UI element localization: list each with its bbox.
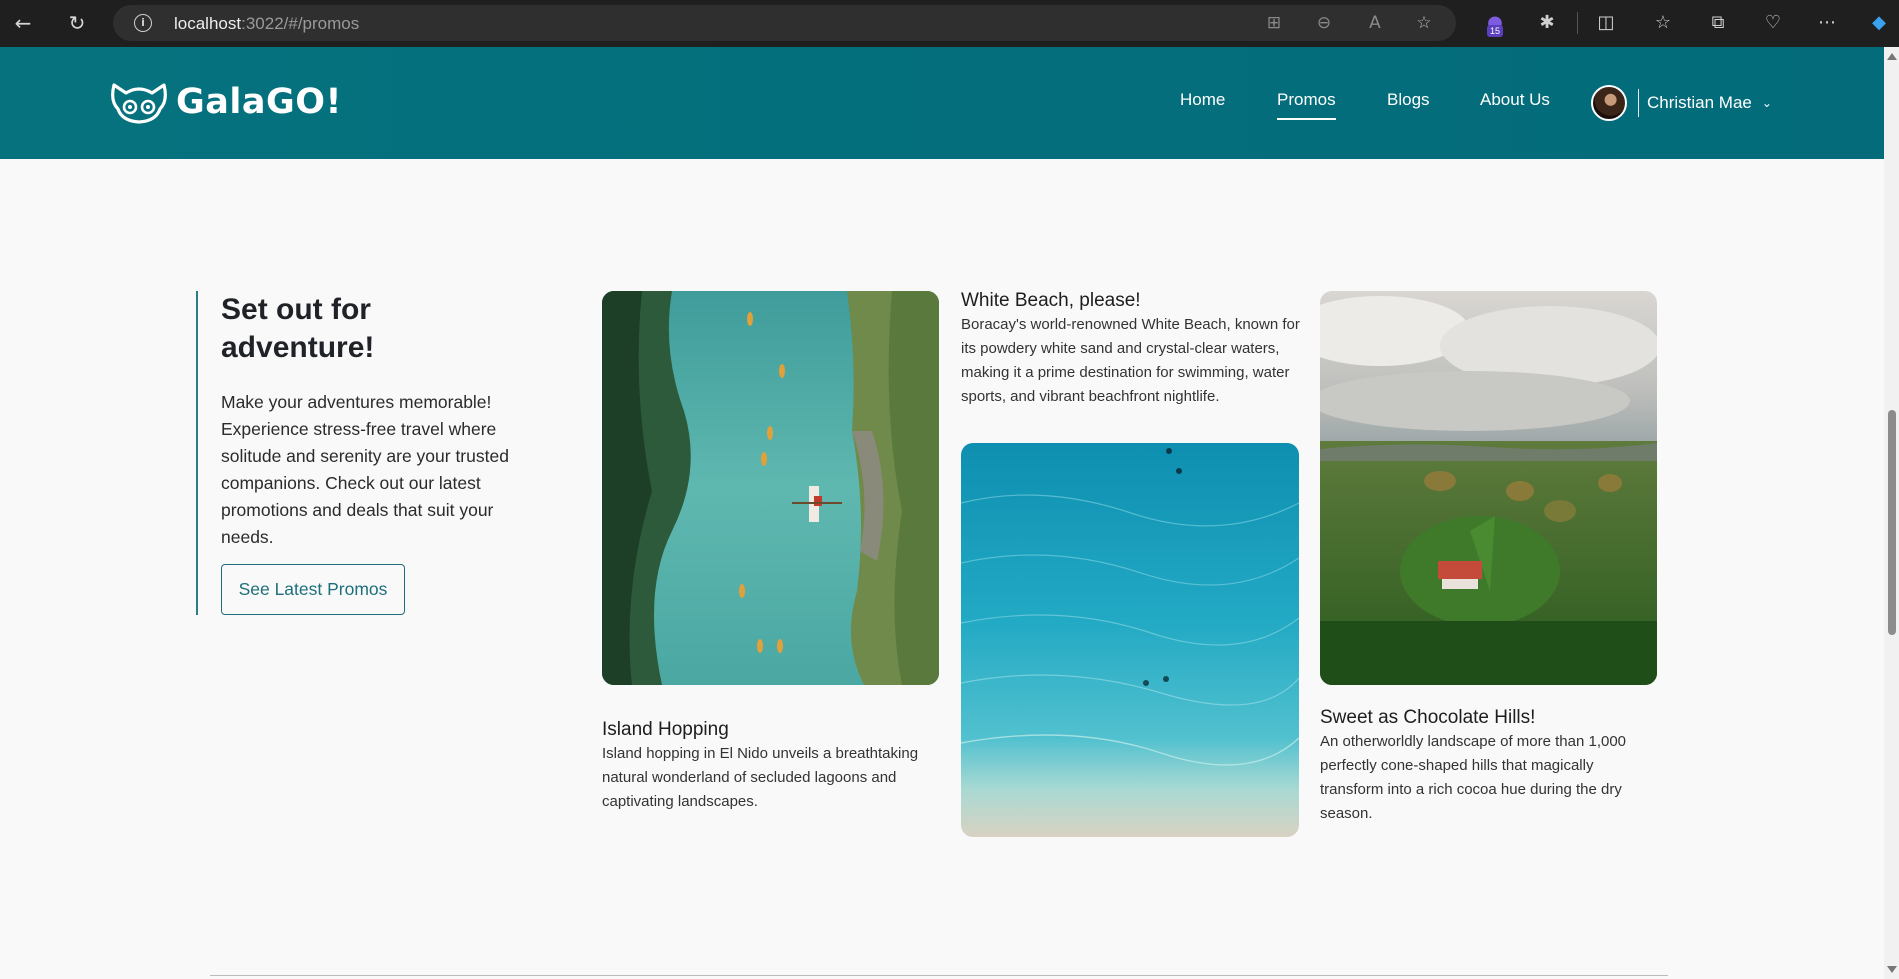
intro-section: Set out for adventure! Make your adventu… <box>196 291 536 615</box>
card-title-chocolate-hills[interactable]: Sweet as Chocolate Hills! <box>1320 707 1535 729</box>
white-beach-image[interactable] <box>961 443 1299 837</box>
site-info-icon[interactable]: i <box>134 14 152 32</box>
favorite-star-icon[interactable]: ☆ <box>1413 12 1435 34</box>
split-screen-icon[interactable]: ◫ <box>1593 10 1619 36</box>
app-available-icon[interactable]: ⊞ <box>1263 12 1285 34</box>
extension-badge: 15 <box>1487 25 1504 37</box>
nav-home[interactable]: Home <box>1180 90 1225 110</box>
intro-heading: Set out for adventure! <box>221 293 375 364</box>
address-bar[interactable]: i localhost:3022/#/promos ⊞ ⊖ A ☆ <box>113 5 1456 41</box>
card-desc-island-hopping: Island hopping in El Nido unveils a brea… <box>602 745 919 810</box>
back-arrow-icon[interactable]: ← <box>10 10 36 36</box>
card-title-white-beach[interactable]: White Beach, please! <box>961 290 1141 312</box>
intro-body: Make your adventures memorable! Experien… <box>221 392 509 547</box>
chevron-down-icon[interactable]: ⌄ <box>1762 96 1772 110</box>
nav-blogs[interactable]: Blogs <box>1387 90 1430 110</box>
favorites-icon[interactable]: ☆ <box>1650 10 1676 36</box>
refresh-icon[interactable]: ↻ <box>64 10 90 36</box>
site-header: GalaGO! Home Promos Blogs About Us Chris… <box>0 47 1884 159</box>
more-menu-icon[interactable]: ⋯ <box>1814 10 1840 36</box>
section-divider <box>210 975 1668 976</box>
card-title-island-hopping[interactable]: Island Hopping <box>602 719 729 741</box>
nav-about-us[interactable]: About Us <box>1480 90 1550 110</box>
card-desc-white-beach: Boracay's world-renowned White Beach, kn… <box>961 316 1300 405</box>
avatar[interactable] <box>1591 85 1627 121</box>
collections-icon[interactable]: ⧉ <box>1705 10 1731 36</box>
brand-name: GalaGO! <box>176 82 342 122</box>
scroll-up-arrow-icon[interactable] <box>1887 53 1897 60</box>
tarsier-logo-icon <box>111 83 167 124</box>
extensions-puzzle-icon[interactable]: ✱ <box>1534 10 1560 36</box>
chocolate-hills-image[interactable] <box>1320 291 1657 685</box>
scroll-down-arrow-icon[interactable] <box>1887 966 1897 973</box>
card-desc-chocolate-hills: An otherworldly landscape of more than 1… <box>1320 733 1627 822</box>
user-name: Christian Mae <box>1647 93 1752 112</box>
page-scrollbar[interactable] <box>1884 47 1899 979</box>
read-aloud-icon[interactable]: A <box>1364 12 1386 34</box>
see-latest-promos-button[interactable]: See Latest Promos <box>221 564 405 615</box>
url-text[interactable]: localhost:3022/#/promos <box>174 14 359 34</box>
toolbar-divider <box>1577 12 1578 34</box>
brand-logo[interactable]: GalaGO! <box>108 79 342 125</box>
nav-promos[interactable]: Promos <box>1277 90 1336 120</box>
user-profile-menu[interactable]: Christian Mae ⌄ <box>1591 85 1772 121</box>
zoom-icon[interactable]: ⊖ <box>1313 12 1335 34</box>
island-hopping-image[interactable] <box>602 291 939 685</box>
browser-essentials-icon[interactable]: ♡ <box>1760 10 1786 36</box>
browser-toolbar: ← ↻ i localhost:3022/#/promos ⊞ ⊖ A ☆ ● … <box>0 0 1899 47</box>
copilot-icon[interactable]: ◆ <box>1866 10 1892 36</box>
profile-divider <box>1638 89 1639 117</box>
scroll-thumb[interactable] <box>1888 410 1896 635</box>
